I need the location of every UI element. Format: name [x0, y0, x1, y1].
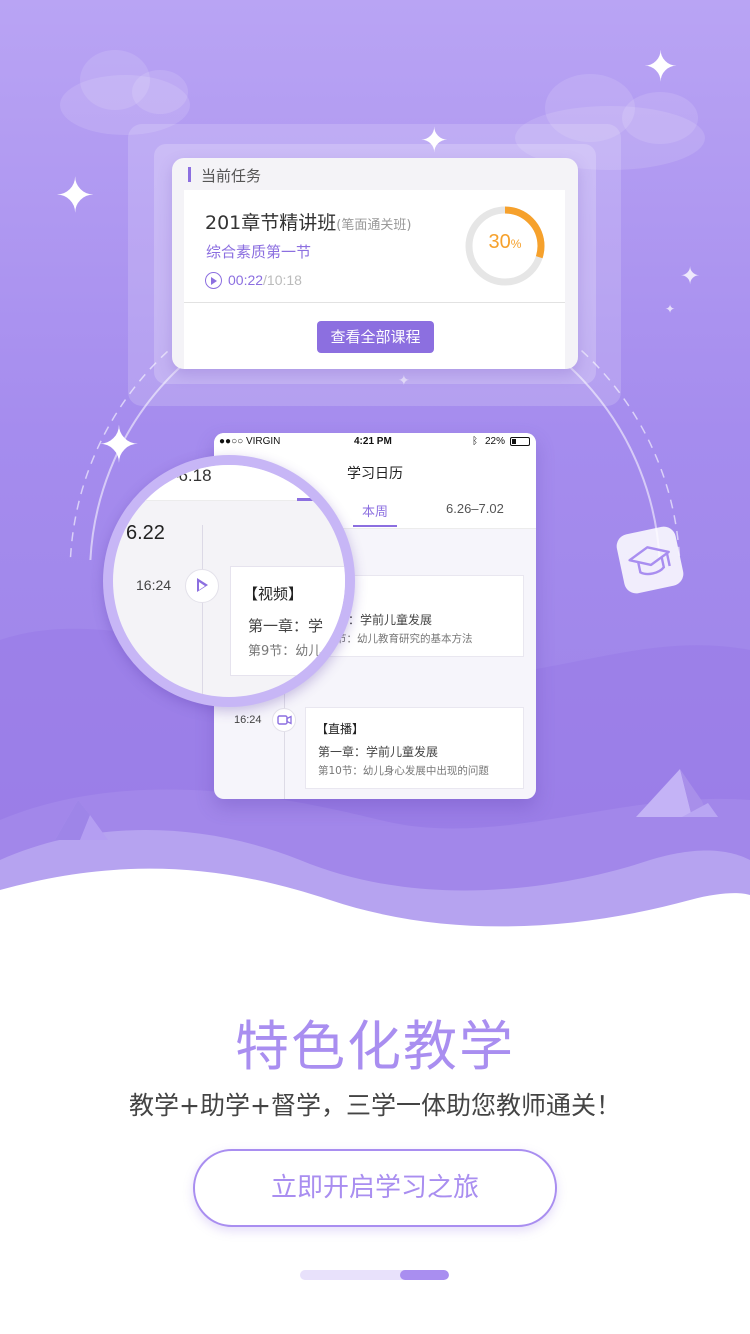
sparkle-icon: ✦	[55, 168, 96, 224]
progress-unit: %	[510, 237, 522, 251]
page-indicator	[300, 1270, 449, 1280]
progress-value: 30	[488, 231, 511, 253]
event-type: 【直播】	[316, 722, 365, 736]
magnified-date-range: –6.18	[169, 466, 212, 485]
event-section: 第10节：幼儿身心发展中出现的问题	[318, 765, 489, 777]
event-time: 16:24	[234, 714, 262, 726]
play-circle-icon[interactable]	[205, 272, 222, 289]
sparkle-icon: ✦	[643, 42, 679, 91]
timeline-line	[202, 525, 203, 697]
rock-left	[55, 800, 108, 840]
bluetooth-icon: ᛒ	[472, 436, 478, 447]
tab-indicator	[297, 498, 345, 501]
tab-this-week[interactable]: 本周	[353, 501, 397, 520]
sparkle-icon: ✦	[680, 262, 701, 290]
status-bar: ●●○○ VIRGIN 4:21 PM ᛒ 22%	[214, 433, 536, 451]
task-card-body: 201章节精讲班(笔面通关班) 综合素质第一节 00:22/10:18 30% …	[184, 190, 565, 369]
feature-description: 教学+助学+督学，三学一体助您教师通关！	[129, 1091, 621, 1120]
battery-level: 22%	[485, 436, 506, 447]
event-section: 节：幼儿教育研究的基本方法	[336, 633, 473, 645]
playback-time: 00:22/10:18	[228, 272, 302, 288]
tab-indicator	[353, 525, 397, 527]
magnified-event: 【视频】 第一章：学 第9节：幼儿	[230, 566, 345, 676]
course-name[interactable]: 201章节精讲班(笔面通关班)	[205, 208, 411, 235]
graduation-cap-icon	[614, 524, 686, 596]
elapsed-time: 00:22	[228, 272, 264, 288]
rock-right	[636, 769, 718, 817]
active-page-dot	[400, 1270, 449, 1280]
course-note: (笔面通关班)	[336, 218, 412, 233]
divider	[184, 302, 565, 303]
task-card-header: 当前任务	[172, 158, 578, 190]
sparkle-icon: ✦	[665, 302, 676, 316]
start-learning-button[interactable]: 立即开启学习之旅	[193, 1149, 557, 1227]
feature-headline: 特色化教学	[235, 1015, 515, 1078]
task-card-title: 当前任务	[201, 167, 262, 185]
status-clock: 4:21 PM	[354, 436, 392, 447]
sparkle-icon: ✦	[98, 416, 140, 474]
live-video-icon	[272, 708, 296, 732]
magnified-time: 16:24	[136, 577, 172, 593]
progress-label: 30%	[463, 231, 547, 254]
magnified-date: 6.22	[126, 522, 165, 544]
course-title: 201章节精讲班	[205, 212, 337, 234]
calendar-event[interactable]: 【直播】 第一章：学前儿童发展 第10节：幼儿身心发展中出现的问题	[305, 707, 524, 789]
magnifier-lens: –6.18 6.22 16:24 【视频】 第一章：学 第9节：幼儿	[113, 465, 345, 697]
event-chapter: 第一章：学	[248, 617, 324, 635]
magnified-tabs: –6.18	[113, 465, 345, 501]
play-icon-inner	[199, 581, 205, 590]
carrier-text: ●●○○ VIRGIN	[219, 436, 281, 447]
header-accent-bar	[188, 167, 191, 182]
tab-next-week[interactable]: 6.26–7.02	[446, 501, 504, 516]
battery-icon	[510, 437, 530, 446]
current-task-card[interactable]: 当前任务 201章节精讲班(笔面通关班) 综合素质第一节 00:22/10:18…	[172, 158, 578, 369]
event-chapter: 第一章：学前儿童发展	[318, 745, 439, 759]
total-time: /10:18	[263, 272, 302, 288]
event-section: 第9节：幼儿	[248, 644, 322, 659]
event-type: 【视频】	[243, 585, 304, 603]
lesson-name[interactable]: 综合素质第一节	[206, 241, 311, 262]
view-all-courses-button[interactable]: 查看全部课程	[317, 321, 434, 353]
